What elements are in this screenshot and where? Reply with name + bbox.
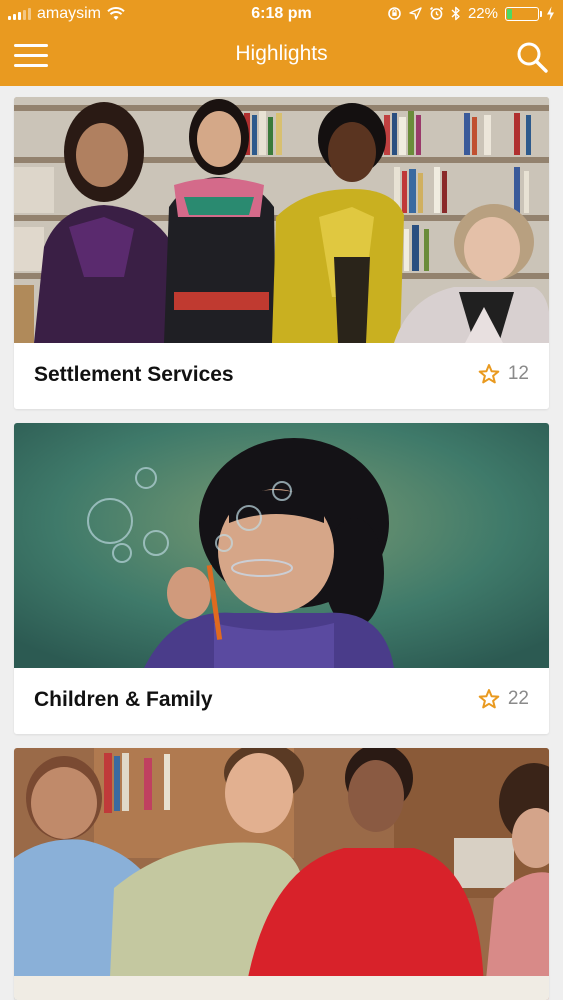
- alarm-icon: [429, 6, 444, 20]
- favorite-count: 22: [507, 688, 529, 709]
- orientation-lock-icon: [388, 7, 401, 20]
- search-icon[interactable]: [515, 40, 549, 74]
- navigation-bar: Highlights: [0, 28, 563, 86]
- battery-icon: [505, 6, 542, 21]
- status-bar: amaysim 6:18 pm 22%: [0, 0, 563, 28]
- card-title: Settlement Services: [34, 363, 234, 386]
- bluetooth-icon: [451, 6, 460, 21]
- app-header: amaysim 6:18 pm 22% Highlights: [0, 0, 563, 86]
- star-icon: [478, 689, 500, 709]
- highlight-card-children-family[interactable]: Children & Family 22: [14, 423, 549, 734]
- card-footer: Settlement Services 12: [14, 343, 549, 409]
- card-image-settlement-services: [14, 97, 549, 343]
- card-title: Children & Family: [34, 688, 213, 711]
- card-footer: Children & Family 22: [14, 668, 549, 734]
- highlight-card-settlement-services[interactable]: Settlement Services 12: [14, 97, 549, 409]
- star-icon: [478, 364, 500, 384]
- card-image-adult-learning: [14, 748, 549, 1000]
- charging-icon: [547, 6, 554, 21]
- location-icon: [409, 7, 422, 20]
- highlight-card-adult-learning[interactable]: [14, 748, 549, 1000]
- favorite-count: 12: [507, 363, 529, 384]
- page-title: Highlights: [235, 42, 328, 65]
- card-image-children-family: [14, 423, 549, 668]
- favorite-button[interactable]: 22: [478, 688, 529, 710]
- favorite-button[interactable]: 12: [478, 363, 529, 385]
- battery-percent: 22%: [467, 5, 498, 22]
